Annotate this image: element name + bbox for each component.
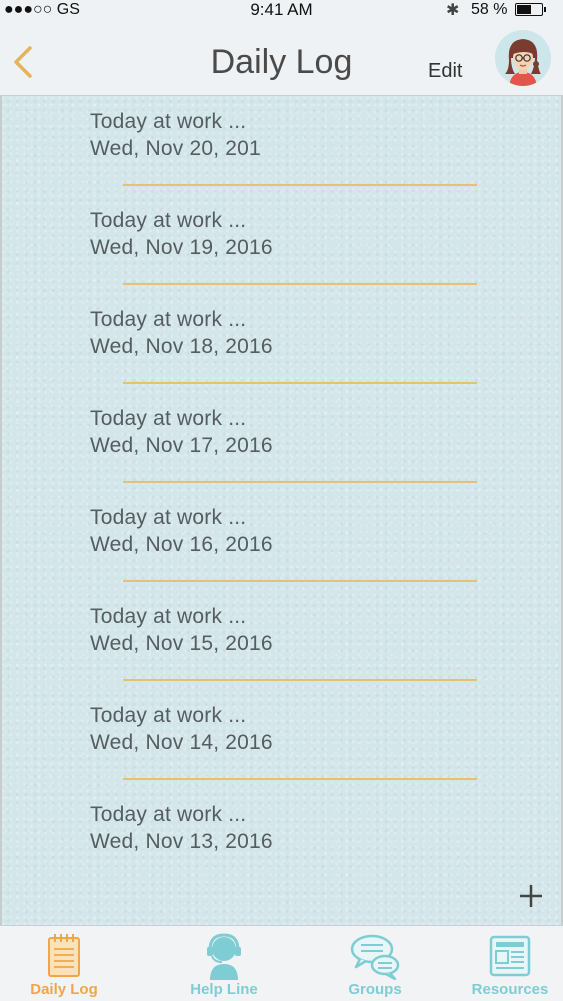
entry-title: Today at work ... <box>90 209 247 232</box>
battery-icon <box>515 3 546 16</box>
entry-title: Today at work ... <box>90 605 247 628</box>
list-item[interactable]: Today at work ... Wed, Nov 13, 2016 <box>90 803 490 854</box>
battery-percent: 58 % <box>471 1 508 18</box>
tab-label: Daily Log <box>30 981 98 998</box>
tab-daily-log[interactable]: Daily Log <box>4 926 124 1001</box>
list-item[interactable]: Today at work ... Wed, Nov 19, 2016 <box>90 209 490 260</box>
entry-date: Wed, Nov 18, 2016 <box>90 335 273 358</box>
entry-divider <box>123 580 477 582</box>
entry-date: Wed, Nov 13, 2016 <box>90 830 273 853</box>
tab-help-line[interactable]: Help Line <box>164 926 284 1001</box>
edit-button[interactable]: Edit <box>428 60 462 83</box>
entry-title: Today at work ... <box>90 110 247 133</box>
entry-date: Wed, Nov 16, 2016 <box>90 533 273 556</box>
add-entry-button[interactable] <box>517 882 545 910</box>
entry-date: Wed, Nov 20, 201 <box>90 137 261 160</box>
list-item[interactable]: Today at work ... Wed, Nov 17, 2016 <box>90 407 490 458</box>
chat-bubbles-icon <box>350 934 400 980</box>
navigation-bar: Daily Log Edit <box>0 22 563 96</box>
list-item[interactable]: Today at work ... Wed, Nov 20, 201 <box>90 110 490 161</box>
tab-groups[interactable]: Groups <box>315 926 435 1001</box>
entry-title: Today at work ... <box>90 407 247 430</box>
list-item[interactable]: Today at work ... Wed, Nov 15, 2016 <box>90 605 490 656</box>
entry-divider <box>123 382 477 384</box>
entry-title: Today at work ... <box>90 308 247 331</box>
entry-date: Wed, Nov 14, 2016 <box>90 731 273 754</box>
entry-date: Wed, Nov 19, 2016 <box>90 236 273 259</box>
entry-date: Wed, Nov 15, 2016 <box>90 632 273 655</box>
entry-title: Today at work ... <box>90 506 247 529</box>
tab-bar: Daily Log Help Line Groups Resources <box>0 925 563 1001</box>
tab-label: Help Line <box>190 981 258 998</box>
bluetooth-icon: ✱ <box>446 2 460 19</box>
headset-person-icon <box>207 933 241 980</box>
list-item[interactable]: Today at work ... Wed, Nov 16, 2016 <box>90 506 490 557</box>
newspaper-icon <box>489 935 531 977</box>
list-item[interactable]: Today at work ... Wed, Nov 14, 2016 <box>90 704 490 755</box>
entry-divider <box>123 481 477 483</box>
entry-title: Today at work ... <box>90 704 247 727</box>
entry-date: Wed, Nov 17, 2016 <box>90 434 273 457</box>
avatar[interactable] <box>495 30 551 86</box>
entry-divider <box>123 184 477 186</box>
entry-title: Today at work ... <box>90 803 247 826</box>
status-bar: ●●●○○ GS 9:41 AM ✱ 58 % <box>0 0 563 22</box>
entry-divider <box>123 778 477 780</box>
notepad-icon <box>48 934 80 977</box>
entry-divider <box>123 679 477 681</box>
plus-icon <box>520 885 542 907</box>
list-item[interactable]: Today at work ... Wed, Nov 18, 2016 <box>90 308 490 359</box>
tab-resources[interactable]: Resources <box>450 926 563 1001</box>
entry-divider <box>123 283 477 285</box>
tab-label: Groups <box>348 981 402 998</box>
page-title: Daily Log <box>210 43 353 81</box>
log-list[interactable]: Today at work ... Wed, Nov 20, 201 Today… <box>0 96 563 925</box>
tab-label: Resources <box>471 981 549 998</box>
user-avatar-icon <box>495 30 551 86</box>
